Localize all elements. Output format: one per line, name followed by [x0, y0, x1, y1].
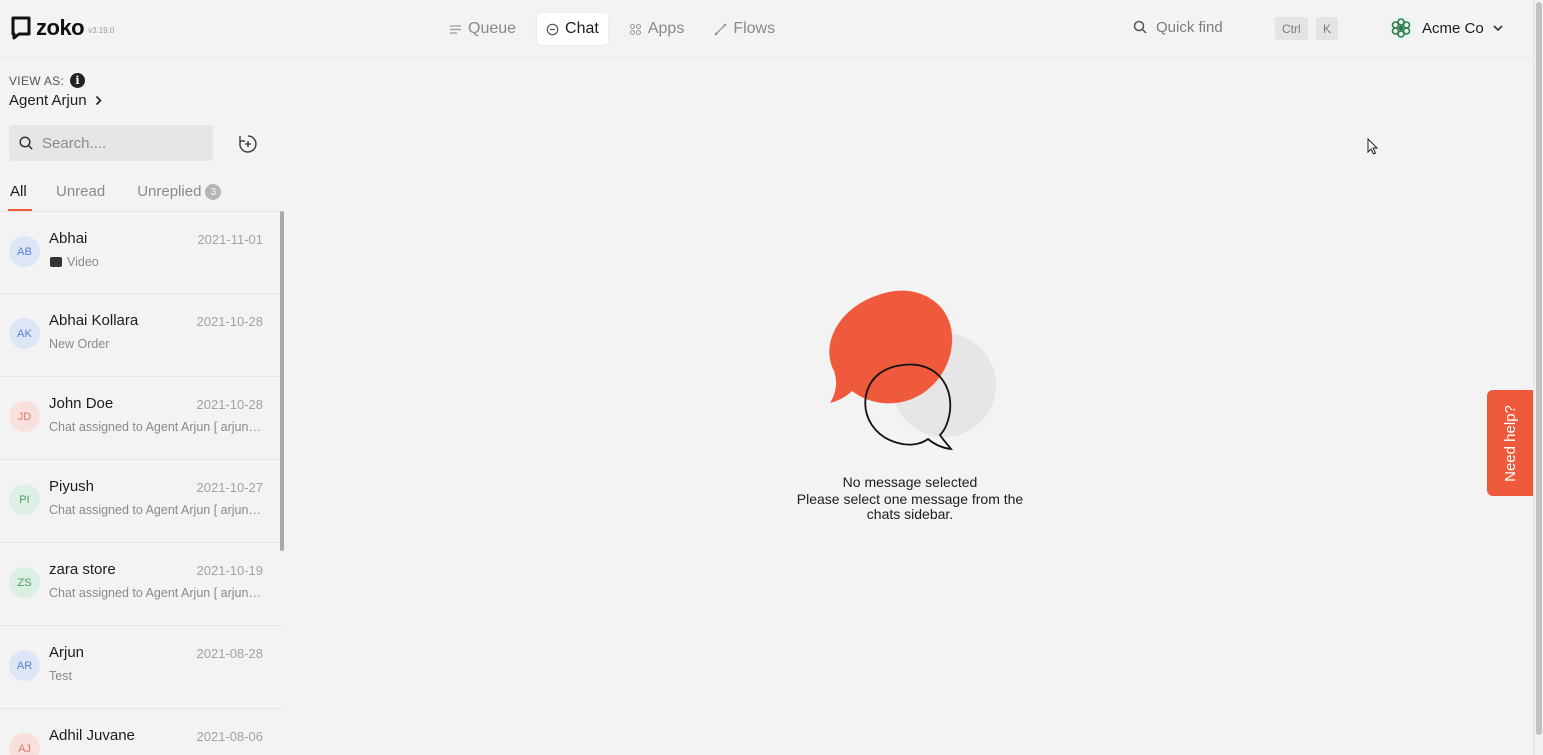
avatar: AR [9, 650, 40, 681]
chat-preview-text: Chat assigned to Agent Arjun [ arjun@zok… [49, 586, 264, 600]
tab-unreplied[interactable]: Unreplied 3 [137, 183, 222, 211]
empty-state-subtitle: Please select one message from the chats… [700, 492, 1120, 522]
agent-selector[interactable]: Agent Arjun [9, 92, 104, 109]
chat-date: 2021-10-19 [196, 563, 264, 578]
need-help-button[interactable]: Need help? [1487, 390, 1534, 496]
chat-name: Piyush [49, 478, 95, 495]
nav-apps[interactable]: Apps [620, 13, 693, 45]
avatar: JD [9, 401, 40, 432]
new-chat-icon[interactable] [237, 133, 259, 155]
chat-preview: Chat assigned to Agent Arjun [ arjun@zok… [49, 420, 264, 434]
search-input[interactable] [42, 134, 192, 152]
chat-date: 2021-10-28 [196, 397, 264, 412]
need-help-label: Need help? [1502, 404, 1520, 482]
nav-chat-label: Chat [565, 20, 599, 37]
nav-apps-label: Apps [647, 20, 685, 37]
chat-icon [546, 23, 559, 35]
shortcut-ctrl-key: Ctrl [1275, 17, 1308, 40]
empty-state-subtitle-line2: chats sidebar. [866, 506, 954, 522]
avatar: AJ [9, 733, 40, 755]
chat-date: 2021-10-27 [196, 480, 264, 495]
zoko-logo-icon [11, 16, 31, 40]
nav-flows-label: Flows [733, 20, 776, 37]
chat-bubbles-illustration [829, 290, 996, 451]
account-logo-icon [1389, 16, 1413, 40]
chat-list: AB Abhai 2021-11-01 Video AK Abhai Kolla… [0, 211, 282, 755]
chat-list-item[interactable]: PI Piyush 2021-10-27 Chat assigned to Ag… [0, 460, 282, 543]
page-scrollbar-thumb[interactable] [1536, 2, 1542, 735]
avatar: ZS [9, 567, 40, 598]
tab-unreplied-label: Unreplied [137, 183, 202, 200]
agent-name: Agent Arjun [9, 92, 87, 109]
chats-sidebar: VIEW AS: i Agent Arjun All Unread Unrepl… [0, 58, 285, 755]
chat-name: Adhil Juvane [49, 727, 135, 744]
app-version: v3.19.0 [88, 25, 115, 35]
chat-list-scrollbar[interactable] [280, 211, 284, 551]
info-icon[interactable]: i [70, 73, 86, 88]
view-as-label: VIEW AS: i [9, 73, 86, 88]
chat-preview: Chat assigned to Agent Arjun [ arjun@zok… [49, 503, 264, 517]
nav-queue[interactable]: Queue [440, 13, 525, 45]
flows-icon [714, 23, 727, 35]
page-scrollbar[interactable] [1533, 0, 1543, 755]
chat-name: zara store [49, 561, 116, 578]
avatar: AB [9, 236, 40, 267]
chat-filter-tabs: All Unread Unreplied 3 [0, 183, 285, 211]
chat-preview: New Order [49, 337, 110, 351]
chat-date: 2021-10-28 [196, 314, 264, 329]
chat-name: Arjun [49, 644, 85, 661]
avatar: PI [9, 484, 40, 515]
queue-icon [450, 24, 461, 34]
chat-list-item[interactable]: AJ Adhil Juvane 2021-08-06 [0, 709, 282, 755]
app-logo[interactable]: zoko v3.19.0 [11, 15, 114, 41]
search-box [9, 125, 213, 161]
chat-list-item[interactable]: ZS zara store 2021-10-19 Chat assigned t… [0, 543, 282, 626]
quick-find-label: Quick find [1156, 19, 1223, 36]
apps-icon [629, 23, 641, 35]
nav-flows[interactable]: Flows [705, 13, 784, 45]
chat-name: Abhai [49, 230, 88, 247]
chat-list-item[interactable]: AR Arjun 2021-08-28 Test [0, 626, 282, 709]
chat-preview-text: Chat assigned to Agent Arjun [ arjun@zok… [49, 503, 264, 517]
chat-list-item[interactable]: AK Abhai Kollara 2021-10-28 New Order [0, 294, 282, 377]
account-name: Acme Co [1422, 19, 1484, 37]
nav-queue-label: Queue [468, 20, 517, 37]
main-nav: Queue Chat Apps Flows [440, 13, 784, 45]
tab-all[interactable]: All [8, 183, 32, 211]
logo-text: zoko [36, 15, 85, 40]
avatar: AK [9, 318, 40, 349]
chat-name: John Doe [49, 395, 114, 412]
chevron-right-icon [95, 95, 102, 106]
top-nav-bar: zoko v3.19.0 Queue Chat Apps Flows Quick… [0, 0, 1533, 58]
chat-date: 2021-08-06 [196, 729, 264, 744]
empty-state-subtitle-line1: Please select one message from the [796, 491, 1024, 507]
account-switcher[interactable]: Acme Co [1388, 15, 1504, 41]
view-as-text: VIEW AS: [9, 73, 65, 88]
search-icon [1133, 20, 1147, 34]
mouse-cursor-icon [1367, 138, 1379, 155]
chat-list-item[interactable]: JD John Doe 2021-10-28 Chat assigned to … [0, 377, 282, 460]
search-icon [19, 135, 33, 150]
chat-preview: Chat assigned to Agent Arjun [ arjun@zok… [49, 586, 264, 600]
shortcut-k-key: K [1316, 17, 1339, 40]
chat-date: 2021-08-28 [196, 646, 264, 661]
chat-name: Abhai Kollara [49, 312, 139, 329]
quick-find-button[interactable]: Quick find [1133, 19, 1223, 36]
chat-list-item[interactable]: AB Abhai 2021-11-01 Video [0, 211, 282, 294]
chat-preview-text: Chat assigned to Agent Arjun [ arjun@zok… [49, 420, 264, 434]
chat-preview: Test [49, 669, 72, 683]
chevron-down-icon [1493, 25, 1503, 32]
unreplied-count-badge: 3 [205, 184, 222, 200]
chat-preview: Video [49, 255, 264, 269]
tab-unread[interactable]: Unread [56, 183, 105, 211]
chat-preview-text: Video [67, 255, 99, 269]
empty-state-title: No message selected [842, 474, 978, 490]
video-icon [50, 257, 62, 267]
nav-chat[interactable]: Chat [537, 13, 608, 45]
chat-date: 2021-11-01 [197, 232, 263, 247]
